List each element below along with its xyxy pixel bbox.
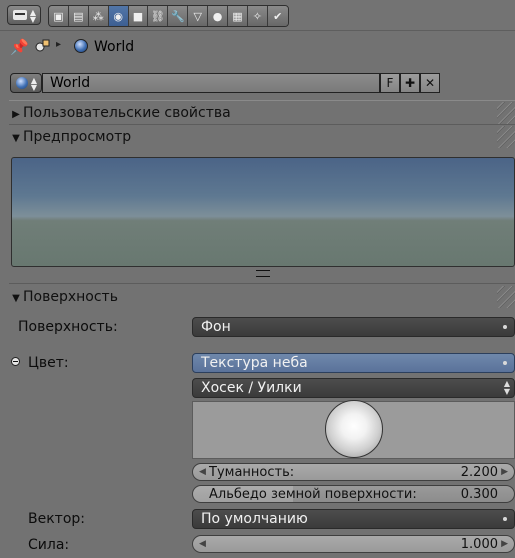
properties-editor-icon bbox=[13, 10, 27, 20]
panel-drag-grip[interactable] bbox=[497, 102, 515, 124]
pin-icon[interactable]: 📌 bbox=[10, 38, 29, 56]
vector-input-menu[interactable]: По умолчанию bbox=[192, 509, 515, 529]
color-input-value: Текстура неба bbox=[201, 355, 308, 371]
node-socket-icon bbox=[503, 361, 507, 365]
texture-checker-icon: ▦ bbox=[232, 9, 243, 23]
surface-shader-menu[interactable]: Фон bbox=[192, 317, 515, 337]
ground-albedo-field[interactable]: Альбедо земной поверхности: 0.300 bbox=[192, 485, 515, 503]
custom-properties-panel-header[interactable]: ▶ Пользовательские свойства bbox=[9, 102, 515, 124]
panel-drag-grip[interactable] bbox=[497, 126, 515, 148]
collapsed-triangle-icon: ▶ bbox=[12, 109, 20, 120]
decrement-arrow-icon[interactable]: ◀ bbox=[199, 536, 206, 553]
add-world-button[interactable]: ✚ bbox=[400, 73, 420, 93]
scene-icon: ⁂ bbox=[92, 9, 104, 23]
unlink-world-button[interactable]: ✕ bbox=[420, 73, 440, 93]
constraint-link-icon: ⛓ bbox=[150, 9, 165, 23]
editor-type-menu[interactable]: ▲ ▼ bbox=[7, 5, 41, 25]
mesh-data-icon: ▽ bbox=[193, 9, 202, 23]
ground-albedo-label: Альбедо земной поверхности: bbox=[209, 487, 417, 502]
decrement-arrow-icon[interactable]: ◀ bbox=[199, 464, 206, 481]
node-socket-icon bbox=[503, 325, 507, 329]
physics-tab[interactable]: ✔ bbox=[267, 6, 288, 26]
world-preview bbox=[11, 157, 515, 267]
ground-albedo-value: 0.300 bbox=[460, 487, 498, 502]
render-tab[interactable]: ▣ bbox=[49, 6, 69, 26]
context-tabs: ▣ ▤ ⁂ ◉ ■ ⛓ 🔧 ▽ ● ▦ ✧ ✔ bbox=[48, 5, 289, 27]
panel-title: Предпросмотр bbox=[23, 129, 132, 145]
turbidity-value: 2.200 bbox=[460, 465, 498, 480]
updown-arrow-icon: ▲ ▼ bbox=[29, 8, 36, 24]
color-label: Цвет: bbox=[28, 355, 69, 371]
wrench-icon: 🔧 bbox=[170, 9, 185, 23]
node-socket-icon bbox=[503, 517, 507, 521]
panel-drag-grip[interactable] bbox=[497, 286, 515, 308]
strength-field[interactable]: ◀ 1.000 ▶ bbox=[192, 535, 515, 553]
world-icon bbox=[16, 77, 28, 89]
increment-arrow-icon[interactable]: ▶ bbox=[501, 536, 508, 553]
surface-panel-header[interactable]: ▼ Поверхность bbox=[9, 286, 515, 308]
data-tab[interactable]: ▽ bbox=[188, 6, 209, 26]
breadcrumb-chevron-icon: ▸ bbox=[56, 39, 62, 50]
particles-icon: ✧ bbox=[252, 9, 262, 23]
physics-icon: ✔ bbox=[273, 9, 283, 23]
surface-label: Поверхность: bbox=[18, 319, 118, 335]
panel-divider bbox=[9, 124, 515, 125]
increment-arrow-icon[interactable]: ▶ bbox=[501, 464, 508, 481]
panel-title: Пользовательские свойства bbox=[23, 105, 231, 121]
world-tab[interactable]: ◉ bbox=[108, 6, 129, 26]
expanded-triangle-icon: ▼ bbox=[12, 293, 20, 304]
sky-model-menu[interactable]: Хосек / Уилки ▲ ▼ bbox=[192, 378, 515, 398]
modifiers-tab[interactable]: 🔧 bbox=[168, 6, 189, 26]
turbidity-label: Туманность: bbox=[209, 465, 295, 480]
disconnect-icon[interactable] bbox=[11, 357, 20, 366]
preview-panel-header[interactable]: ▼ Предпросмотр bbox=[9, 126, 515, 148]
panel-divider bbox=[9, 283, 515, 284]
particles-tab[interactable]: ✧ bbox=[247, 6, 268, 26]
constraints-tab[interactable]: ⛓ bbox=[148, 6, 169, 26]
material-sphere-icon: ● bbox=[212, 9, 223, 23]
world-icon: ◉ bbox=[113, 9, 123, 23]
color-input-menu[interactable]: Текстура неба bbox=[192, 353, 515, 373]
updown-arrow-icon: ▲ ▼ bbox=[503, 379, 510, 396]
material-tab[interactable]: ● bbox=[208, 6, 229, 26]
preview-resize-handle[interactable] bbox=[256, 270, 270, 277]
scene-tab[interactable]: ⁂ bbox=[88, 6, 109, 26]
updown-arrow-icon: ▲ ▼ bbox=[30, 76, 37, 92]
scene-objects-icon bbox=[34, 37, 52, 55]
vector-input-value: По умолчанию bbox=[201, 511, 308, 527]
sun-direction-sphere[interactable] bbox=[325, 400, 383, 458]
object-cube-icon: ■ bbox=[132, 9, 144, 23]
fake-user-button[interactable]: F bbox=[380, 73, 400, 93]
panel-title: Поверхность bbox=[23, 289, 118, 305]
breadcrumb-world[interactable]: World bbox=[94, 39, 134, 55]
texture-tab[interactable]: ▦ bbox=[228, 6, 248, 26]
render-layers-tab[interactable]: ▤ bbox=[68, 6, 89, 26]
world-browse-button[interactable]: ▲ ▼ bbox=[10, 73, 42, 93]
strength-value: 1.000 bbox=[460, 537, 498, 552]
strength-label: Сила: bbox=[28, 537, 70, 553]
vector-label: Вектор: bbox=[28, 511, 85, 527]
sky-model-value: Хосек / Уилки bbox=[201, 380, 302, 396]
render-layers-icon: ▤ bbox=[73, 9, 84, 23]
object-tab[interactable]: ■ bbox=[128, 6, 149, 26]
world-name-field[interactable]: World bbox=[42, 73, 380, 93]
expanded-triangle-icon: ▼ bbox=[12, 133, 20, 144]
camera-icon: ▣ bbox=[53, 9, 64, 23]
world-icon bbox=[74, 39, 88, 53]
turbidity-field[interactable]: ◀ Туманность: 2.200 ▶ bbox=[192, 463, 515, 481]
surface-shader-value: Фон bbox=[201, 319, 231, 335]
panel-divider bbox=[9, 100, 515, 101]
